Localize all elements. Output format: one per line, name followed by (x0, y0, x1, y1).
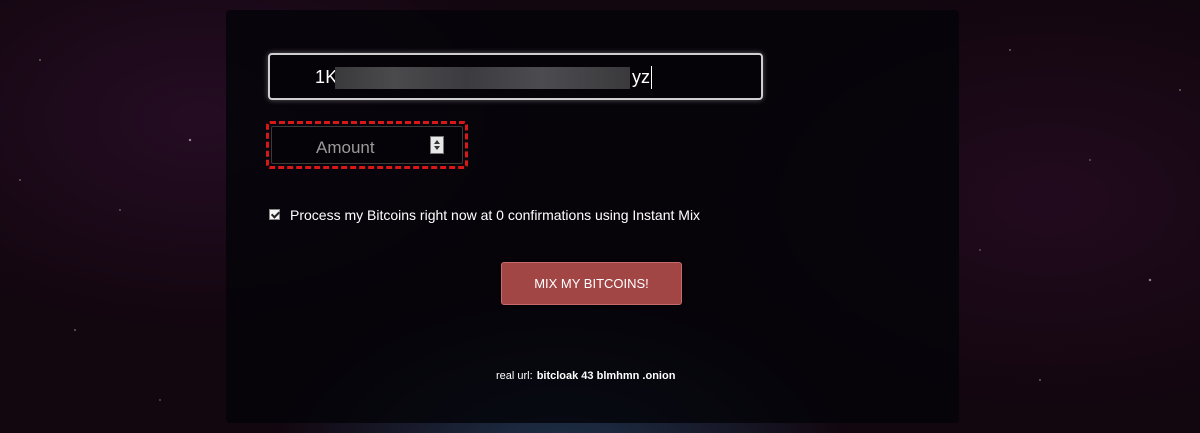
real-url-value: bitcloak 43 blmhmn .onion (536, 370, 676, 382)
address-suffix: yz (632, 67, 650, 87)
address-redacted-blur (335, 67, 630, 89)
spin-down-icon[interactable] (434, 146, 440, 150)
bitcoin-address-input[interactable]: 1K yz (268, 53, 763, 100)
real-url-label: real url: (496, 370, 533, 382)
spin-up-icon[interactable] (434, 140, 440, 144)
amount-highlight: Amount (266, 121, 468, 169)
real-url-footer: real url: bitcloak 43 blmhmn .onion (496, 370, 675, 382)
instant-mix-checkbox[interactable] (269, 209, 280, 220)
amount-input[interactable]: Amount (271, 126, 463, 164)
mix-my-bitcoins-button[interactable]: MIX MY BITCOINS! (501, 262, 682, 305)
text-caret (651, 66, 652, 89)
instant-mix-label[interactable]: Process my Bitcoins right now at 0 confi… (290, 207, 700, 223)
spinner-arrows-icon[interactable] (430, 136, 444, 154)
amount-placeholder: Amount (316, 138, 375, 157)
